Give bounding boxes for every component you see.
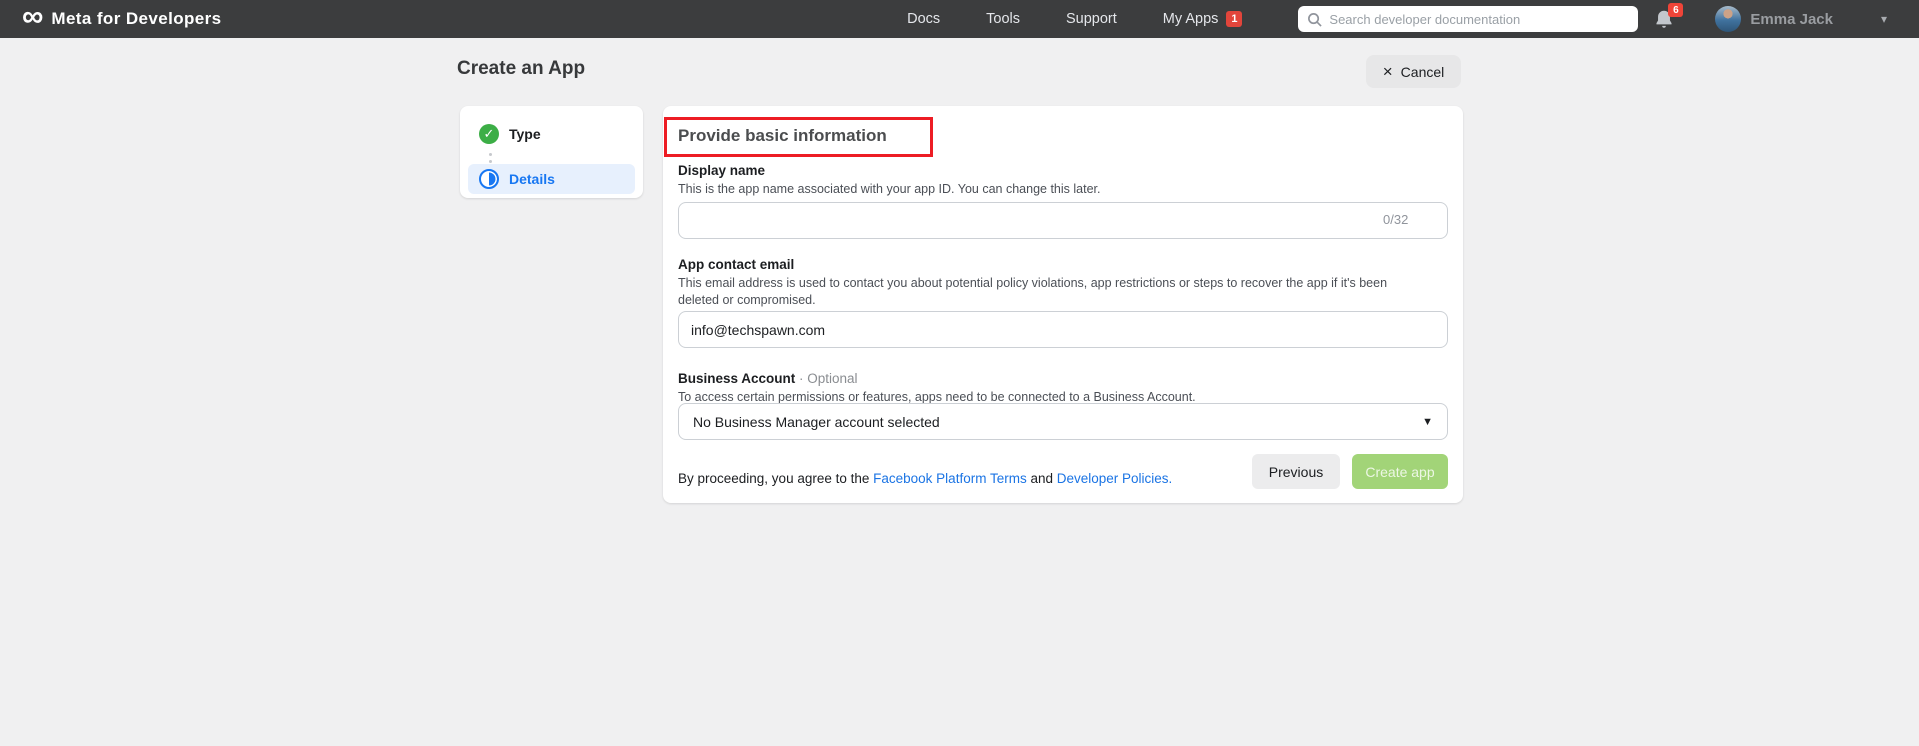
my-apps-count-badge: 1 — [1226, 11, 1243, 27]
close-icon: × — [1382, 62, 1393, 81]
search-icon — [1308, 12, 1323, 27]
nav-item-tools[interactable]: Tools — [986, 11, 1020, 27]
nav-item-label: Docs — [907, 11, 941, 27]
step-connector-dots — [489, 153, 492, 163]
business-account-label-text: Business Account — [678, 371, 796, 386]
header-nav: Docs Tools Support My Apps 1 — [907, 11, 1243, 27]
nav-item-my-apps[interactable]: My Apps 1 — [1163, 11, 1243, 27]
optional-tag: · Optional — [795, 371, 858, 386]
business-account-label: Business Account · Optional — [678, 371, 858, 386]
step-item-type[interactable]: ✓ Type — [468, 119, 635, 149]
step-label: Type — [509, 126, 541, 142]
notifications-button[interactable]: 6 — [1653, 3, 1684, 31]
platform-terms-link[interactable]: Facebook Platform Terms — [873, 471, 1027, 486]
page-title: Create an App — [457, 58, 586, 79]
cancel-button-label: Cancel — [1400, 63, 1445, 80]
top-nav-bar: ∞ Meta for Developers Docs Tools Support… — [0, 0, 1919, 38]
display-name-input[interactable] — [678, 202, 1448, 239]
agreement-middle: and — [1026, 471, 1057, 486]
steps-panel: ✓ Type Details — [460, 106, 643, 198]
display-name-label: Display name — [678, 163, 766, 178]
nav-item-label: My Apps — [1162, 11, 1219, 27]
avatar[interactable] — [1715, 6, 1742, 32]
search-input[interactable] — [1329, 11, 1630, 27]
user-name: Emma Jack — [1750, 10, 1833, 28]
business-account-select[interactable]: No Business Manager account selected ▼ — [678, 403, 1448, 440]
create-app-form-card: Provide basic information Display name T… — [663, 106, 1463, 503]
agreement-text: By proceeding, you agree to the Facebook… — [678, 471, 1172, 486]
contact-email-input[interactable] — [678, 311, 1448, 348]
cancel-button[interactable]: × Cancel — [1366, 55, 1461, 88]
nav-item-label: Support — [1066, 11, 1117, 27]
logo-text: Meta for Developers — [51, 9, 222, 28]
contact-email-help: This email address is used to contact yo… — [678, 276, 1388, 307]
step-current-half-circle-icon — [479, 169, 499, 189]
nav-item-support[interactable]: Support — [1066, 11, 1117, 27]
notification-count-badge: 6 — [1668, 3, 1684, 17]
agreement-prefix: By proceeding, you agree to the — [678, 471, 874, 486]
search-bar[interactable] — [1298, 6, 1639, 32]
display-name-help: This is the app name associated with you… — [678, 182, 1101, 196]
contact-email-label: App contact email — [678, 257, 795, 272]
nav-item-label: Tools — [986, 11, 1020, 27]
select-caret-icon: ▼ — [1422, 415, 1433, 428]
chevron-down-icon[interactable]: ▾ — [1881, 12, 1887, 26]
step-complete-check-icon: ✓ — [479, 124, 499, 144]
create-app-button[interactable]: Create app — [1352, 454, 1448, 489]
step-item-details[interactable]: Details — [468, 164, 635, 194]
form-heading: Provide basic information — [678, 126, 887, 145]
previous-button[interactable]: Previous — [1252, 454, 1340, 489]
meta-logo[interactable]: ∞ Meta for Developers — [22, 0, 222, 34]
business-account-selected-value: No Business Manager account selected — [693, 413, 940, 430]
nav-item-docs[interactable]: Docs — [907, 11, 940, 27]
step-label: Details — [509, 171, 555, 187]
developer-policies-link[interactable]: Developer Policies. — [1057, 471, 1173, 486]
char-counter: 0/32 — [1383, 212, 1409, 227]
meta-infinity-icon: ∞ — [22, 0, 44, 33]
